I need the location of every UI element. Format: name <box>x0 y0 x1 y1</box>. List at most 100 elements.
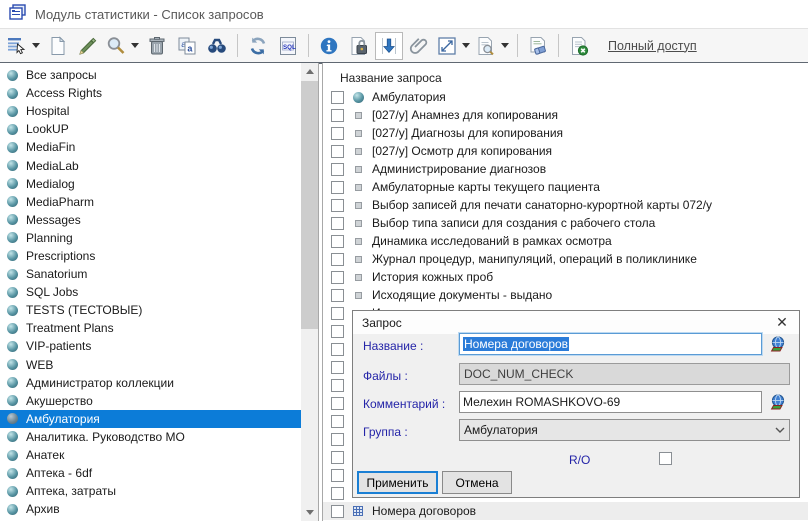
full-access-link[interactable]: Полный доступ <box>608 39 697 53</box>
row-checkbox[interactable] <box>331 109 344 122</box>
sidebar-item[interactable]: Архив <box>0 500 301 518</box>
sidebar-item[interactable]: Planning <box>0 229 301 247</box>
row-checkbox[interactable] <box>331 343 344 356</box>
scrollbar-thumb[interactable] <box>301 81 318 329</box>
attachment-button[interactable] <box>405 32 433 60</box>
query-row[interactable]: Исходящие документы - выдано <box>323 286 808 304</box>
sidebar-item[interactable]: Все запросы <box>0 66 301 84</box>
sidebar-scrollbar[interactable] <box>301 63 318 521</box>
sidebar-item[interactable]: WEB <box>0 356 301 374</box>
delete-query-button[interactable] <box>143 32 171 60</box>
dropdown-caret-icon[interactable] <box>131 43 139 48</box>
row-checkbox[interactable] <box>331 487 344 500</box>
group-sphere-icon <box>7 413 18 424</box>
sidebar-item[interactable]: SQL Jobs <box>0 283 301 301</box>
name-input[interactable]: Номера договоров <box>459 333 762 355</box>
clear-document-button[interactable] <box>524 32 552 60</box>
sql-editor-button[interactable]: SQL <box>274 32 302 60</box>
sidebar-item[interactable]: Prescriptions <box>0 247 301 265</box>
row-checkbox[interactable] <box>331 181 344 194</box>
row-checkbox[interactable] <box>331 379 344 392</box>
sidebar-item[interactable]: Аптека, затраты <box>0 482 301 500</box>
query-row[interactable]: [027/у] Осмотр для копирования <box>323 142 808 160</box>
find-button[interactable] <box>203 32 231 60</box>
copy-query-button[interactable]: aa <box>173 32 201 60</box>
scroll-down-button[interactable] <box>301 504 318 521</box>
sidebar-item[interactable]: MediaPharm <box>0 193 301 211</box>
query-row[interactable]: Амбулатория <box>323 88 808 106</box>
row-checkbox[interactable] <box>331 217 344 230</box>
query-row[interactable]: [027/у] Диагнозы для копирования <box>323 124 808 142</box>
sidebar-item[interactable]: LookUP <box>0 120 301 138</box>
row-checkbox[interactable] <box>331 433 344 446</box>
row-checkbox[interactable] <box>331 469 344 482</box>
refresh-button[interactable] <box>244 32 272 60</box>
sidebar-item[interactable]: Аналитика. Руководство МО <box>0 428 301 446</box>
apply-button[interactable]: Применить <box>357 471 438 494</box>
search-button[interactable] <box>104 32 141 60</box>
query-square-icon <box>355 220 362 227</box>
dropdown-caret-icon[interactable] <box>32 43 40 48</box>
close-icon[interactable]: ✕ <box>773 313 791 331</box>
row-checkbox[interactable] <box>331 127 344 140</box>
remove-document-button[interactable] <box>565 32 593 60</box>
preview-document-button[interactable] <box>474 32 511 60</box>
dropdown-caret-icon[interactable] <box>462 43 470 48</box>
sidebar-item[interactable]: Анатек <box>0 446 301 464</box>
row-checkbox[interactable] <box>331 397 344 410</box>
query-row[interactable]: Амбулаторные карты текущего пациента <box>323 178 808 196</box>
query-row[interactable]: Номера договоров <box>323 502 808 520</box>
sidebar-item[interactable]: TESTS (ТЕСТОВЫЕ) <box>0 301 301 319</box>
sidebar-item-selected[interactable]: Амбулатория <box>0 410 301 428</box>
row-checkbox[interactable] <box>331 91 344 104</box>
row-checkbox[interactable] <box>331 361 344 374</box>
group-combobox[interactable]: Амбулатория <box>459 419 790 441</box>
sidebar-item[interactable]: Treatment Plans <box>0 319 301 337</box>
query-row[interactable]: Выбор записей для печати санаторно-курор… <box>323 196 808 214</box>
query-row[interactable]: История кожных проб <box>323 268 808 286</box>
import-down-button[interactable] <box>375 32 403 60</box>
row-checkbox[interactable] <box>331 253 344 266</box>
sidebar-item[interactable]: Messages <box>0 211 301 229</box>
row-checkbox[interactable] <box>331 145 344 158</box>
sidebar-item[interactable]: MediaLab <box>0 156 301 174</box>
scroll-up-button[interactable] <box>301 63 318 80</box>
readonly-checkbox[interactable] <box>659 452 672 465</box>
query-square-icon <box>352 112 364 119</box>
comment-input[interactable]: Мелехин ROMASHKOVO-69 <box>459 391 762 413</box>
dropdown-caret-icon[interactable] <box>501 43 509 48</box>
row-checkbox[interactable] <box>331 505 344 518</box>
cancel-button[interactable]: Отмена <box>442 471 512 494</box>
row-checkbox[interactable] <box>331 199 344 212</box>
sidebar-item[interactable]: Hospital <box>0 102 301 120</box>
query-row[interactable]: Администрирование диагнозов <box>323 160 808 178</box>
row-checkbox[interactable] <box>331 415 344 428</box>
sidebar-item[interactable]: Акушерство <box>0 392 301 410</box>
sidebar-item[interactable]: Sanatorium <box>0 265 301 283</box>
measure-button[interactable] <box>435 32 472 60</box>
new-query-button[interactable] <box>44 32 72 60</box>
sidebar-item[interactable]: MediaFin <box>0 138 301 156</box>
translate-globe-icon[interactable] <box>769 333 789 355</box>
sidebar-item[interactable]: VIP-patients <box>0 337 301 355</box>
translate-globe-icon[interactable] <box>769 391 789 413</box>
row-checkbox[interactable] <box>331 271 344 284</box>
row-checkbox[interactable] <box>331 163 344 176</box>
sidebar-item[interactable]: Medialog <box>0 175 301 193</box>
edit-query-button[interactable] <box>74 32 102 60</box>
row-checkbox[interactable] <box>331 235 344 248</box>
sidebar-item[interactable]: Администратор коллекции <box>0 374 301 392</box>
info-button[interactable] <box>315 32 343 60</box>
row-checkbox[interactable] <box>331 307 344 320</box>
row-checkbox[interactable] <box>331 289 344 302</box>
row-checkbox[interactable] <box>331 325 344 338</box>
query-row[interactable]: [027/у] Анамнез для копирования <box>323 106 808 124</box>
sidebar-item[interactable]: Аптека - 6df <box>0 464 301 482</box>
query-row[interactable]: Выбор типа записи для создания с рабочег… <box>323 214 808 232</box>
query-row[interactable]: Журнал процедур, манипуляций, операций в… <box>323 250 808 268</box>
view-list-button[interactable] <box>5 32 42 60</box>
query-row[interactable]: Динамика исследований в рамках осмотра <box>323 232 808 250</box>
access-lock-button[interactable] <box>345 32 373 60</box>
row-checkbox[interactable] <box>331 451 344 464</box>
sidebar-item[interactable]: Access Rights <box>0 84 301 102</box>
